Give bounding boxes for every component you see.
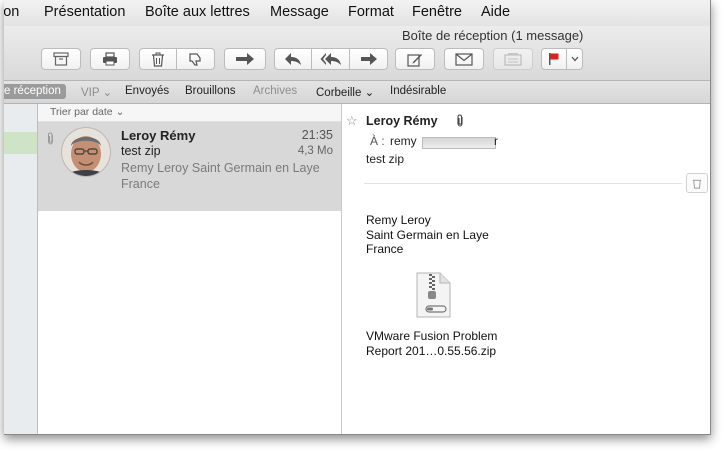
get-mail-button[interactable] [444, 48, 484, 70]
message-list: Trier par date ⌄ Leroy Rémy 21:35 test z… [38, 104, 342, 434]
toolbar: Boîte de réception (1 message) [4, 26, 710, 81]
to-label: À : [370, 134, 385, 148]
fav-trash[interactable]: Corbeille ⌄ [316, 85, 374, 99]
chevron-down-icon [571, 56, 578, 62]
trash-icon [152, 52, 164, 67]
flag-button[interactable] [541, 48, 567, 70]
note-icon [504, 53, 522, 66]
mailbox-sidebar [4, 104, 38, 434]
fav-vip-label: VIP [81, 87, 100, 99]
archive-icon [53, 52, 69, 66]
reader-sender: Leroy Rémy [366, 114, 438, 128]
fav-vip[interactable]: VIP ⌄ [81, 85, 112, 99]
trash-icon [692, 179, 702, 189]
menu-window[interactable]: Fenêtre [412, 4, 462, 20]
junk-button[interactable] [177, 48, 215, 70]
fav-drafts[interactable]: Brouillons [185, 85, 236, 97]
menu-presentation-partial[interactable]: ion [4, 4, 19, 20]
fav-archives[interactable]: Archives [253, 85, 297, 97]
star-icon[interactable]: ☆ [346, 113, 358, 129]
message-sender: Leroy Rémy [121, 128, 196, 143]
envelope-icon [455, 52, 473, 66]
paperclip-icon [48, 132, 53, 145]
move-button[interactable] [224, 48, 266, 70]
menu-help[interactable]: Aide [481, 4, 510, 20]
chevron-down-icon: ⌄ [364, 87, 375, 99]
fav-sent[interactable]: Envoyés [125, 85, 169, 97]
avatar-photo [62, 128, 110, 176]
zip-file-icon[interactable] [415, 272, 451, 318]
redacted-address [422, 137, 496, 149]
menu-message[interactable]: Message [270, 4, 329, 20]
print-button[interactable] [90, 48, 130, 70]
body-line: France [366, 242, 404, 256]
menu-format[interactable]: Format [348, 4, 394, 20]
mail-window: ion Présentation Boîte aux lettres Messa… [4, 0, 711, 435]
attachment-name[interactable]: Report 201…0.55.56.zip [366, 344, 496, 358]
note-button[interactable] [493, 48, 533, 70]
printer-icon [103, 52, 117, 66]
reading-pane: ☆ Leroy Rémy À : remy r test zip Remy Le… [342, 104, 710, 434]
favorites-bar: e réception VIP ⌄ Envoyés Brouillons Arc… [4, 81, 710, 104]
paperclip-icon [457, 114, 463, 127]
avatar [62, 128, 110, 176]
compose-icon [407, 53, 422, 67]
thumbs-down-icon [189, 52, 201, 66]
forward-button[interactable] [350, 48, 388, 70]
reader-subject: test zip [366, 152, 405, 166]
fav-trash-label: Corbeille [316, 87, 362, 99]
header-divider [364, 183, 682, 184]
to-address-end: r [494, 134, 498, 148]
menu-mailbox[interactable]: Boîte aux lettres [145, 4, 250, 20]
reader-delete-button[interactable] [686, 173, 708, 193]
menu-presentation[interactable]: Présentation [44, 4, 125, 20]
window-title: Boîte de réception (1 message) [402, 28, 584, 43]
reply-icon [285, 53, 301, 65]
reply-all-button[interactable] [312, 48, 350, 70]
archive-button[interactable] [41, 48, 81, 70]
attachment-name[interactable]: VMware Fusion Problem [366, 329, 497, 343]
chevron-down-icon: ⌄ [115, 106, 125, 118]
delete-button[interactable] [139, 48, 177, 70]
fav-inbox[interactable]: e réception [4, 84, 66, 99]
forward-icon [360, 53, 377, 65]
body-line: Saint Germain en Laye [366, 228, 489, 242]
fav-junk[interactable]: Indésirable [390, 85, 446, 97]
message-preview: Remy Leroy Saint Germain en Laye France [121, 161, 320, 191]
message-row[interactable]: Leroy Rémy 21:35 test zip 4,3 Mo Remy Le… [38, 122, 341, 211]
message-size: 4,3 Mo [297, 145, 333, 157]
message-subject: test zip [121, 144, 161, 158]
sort-bar[interactable]: Trier par date ⌄ [38, 104, 341, 122]
compose-button[interactable] [395, 48, 435, 70]
body-line: Remy Leroy [366, 213, 431, 227]
message-time: 21:35 [301, 128, 333, 142]
flag-menu-button[interactable] [567, 48, 583, 70]
to-address-start[interactable]: remy [390, 134, 417, 148]
sidebar-selected-mailbox[interactable] [4, 132, 37, 154]
move-arrow-icon [236, 53, 254, 65]
sort-label: Trier par date [50, 106, 113, 118]
menu-bar: ion Présentation Boîte aux lettres Messa… [4, 0, 710, 27]
reply-button[interactable] [274, 48, 312, 70]
sort-menu[interactable]: Trier par date ⌄ [50, 106, 124, 118]
reply-all-icon [320, 53, 341, 65]
flag-icon [549, 53, 559, 65]
chevron-down-icon: ⌄ [102, 87, 113, 99]
